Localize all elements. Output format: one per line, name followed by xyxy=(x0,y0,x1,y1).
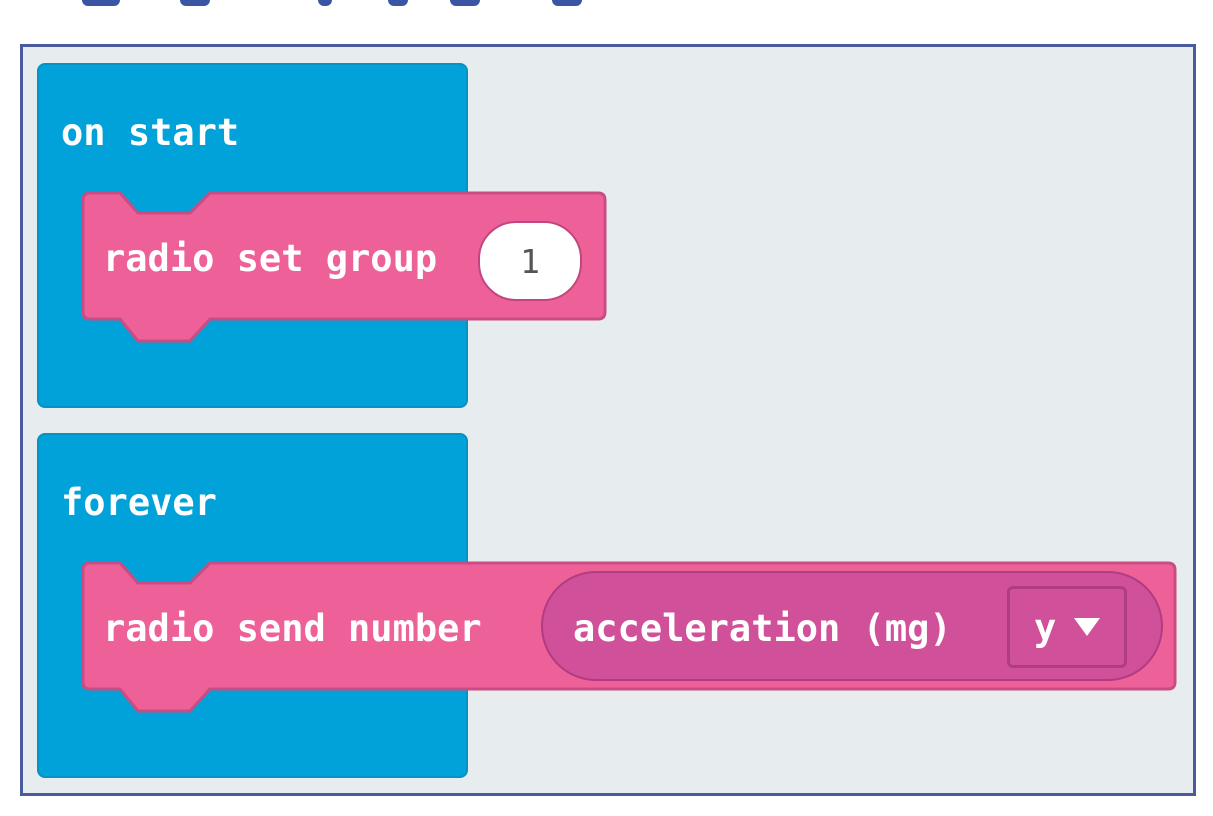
group-number-input[interactable]: 1 xyxy=(478,221,582,301)
axis-dropdown-value: y xyxy=(1034,605,1057,649)
axis-dropdown[interactable]: y xyxy=(1007,586,1127,668)
code-workspace[interactable]: on start radio set group 1 forever radio… xyxy=(20,44,1196,796)
acceleration-reporter[interactable]: acceleration (mg) y xyxy=(541,571,1163,681)
radio-set-group-label: radio set group xyxy=(103,237,438,280)
dropdown-caret-icon xyxy=(1074,618,1101,636)
radio-send-number-label: radio send number xyxy=(103,607,482,650)
acceleration-reporter-label: acceleration (mg) xyxy=(573,607,952,650)
forever-label: forever xyxy=(61,481,217,524)
cropped-header-fragment xyxy=(0,0,1213,14)
on-start-label: on start xyxy=(61,111,240,154)
